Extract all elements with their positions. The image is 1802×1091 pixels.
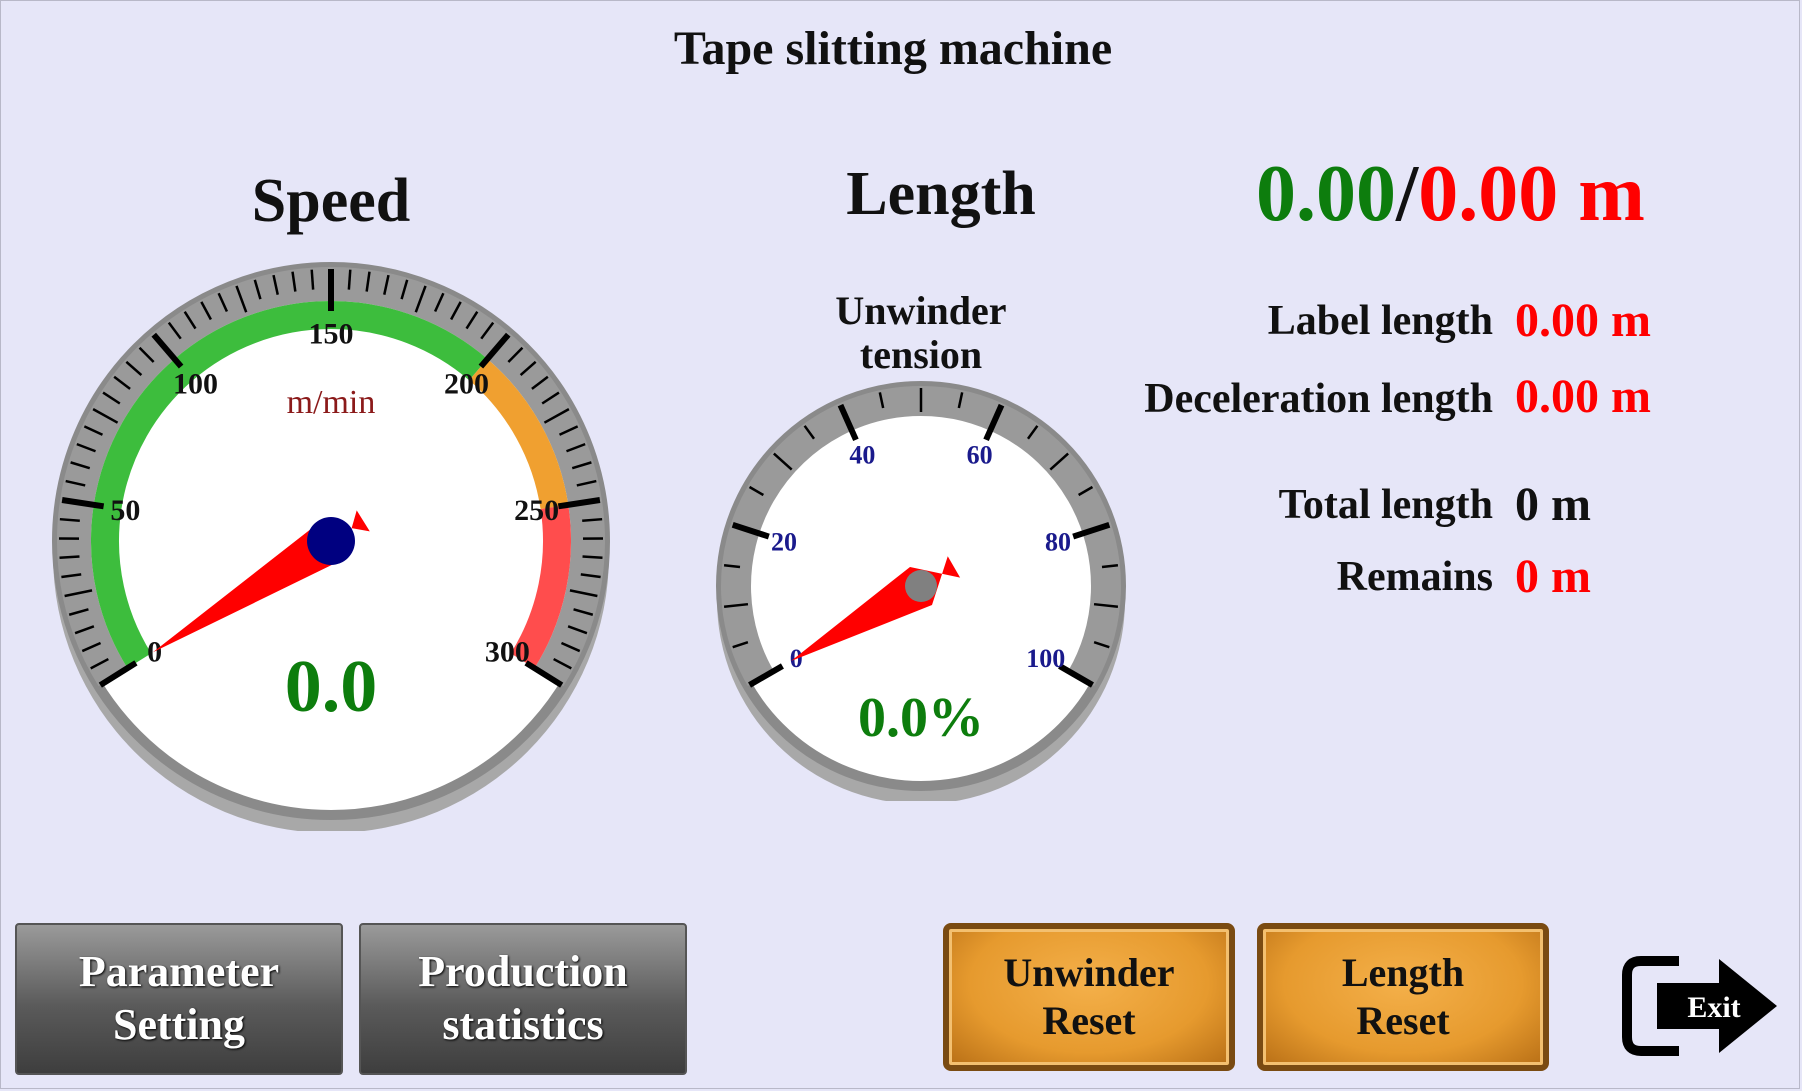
gauge-minor-tick [59, 517, 80, 523]
total-length-label: Total length [1278, 482, 1493, 528]
gauge-tick-label: 100 [173, 368, 218, 401]
unwinder-reset-line1: Unwinder [1003, 950, 1175, 995]
gauge-tick-label: 100 [1026, 644, 1065, 673]
gauge-tick-label: 250 [514, 494, 559, 527]
length-separator: / [1396, 150, 1419, 238]
length-reset-button[interactable]: Length Reset [1257, 923, 1549, 1071]
gauge-tick-label: 60 [967, 441, 993, 470]
gauge-tick-label: 20 [771, 528, 797, 557]
exit-icon: Exit [1622, 956, 1777, 1056]
tension-gauge: 0204060801000.0% [716, 381, 1126, 801]
length-title: Length [846, 160, 1036, 228]
label-length-label: Label length [1267, 298, 1493, 344]
parameter-setting-line2: Setting [113, 1000, 245, 1049]
gauge-tick-label: 150 [309, 318, 354, 351]
gauge-minor-tick [347, 269, 352, 290]
label-length-value: 0.00 m [1515, 294, 1651, 347]
gauge-tick-label: 200 [444, 368, 489, 401]
length-target-value: 0.00 m [1418, 150, 1645, 238]
production-statistics-button[interactable]: Production statistics [359, 923, 687, 1075]
speed-gauge: 0 50 100 150 200 250 300 m/min 0.0 [52, 262, 610, 831]
parameter-setting-button[interactable]: Parameter Setting [15, 923, 343, 1075]
deceleration-length-label: Deceleration length [1144, 376, 1493, 422]
deceleration-length-value: 0.00 m [1515, 370, 1651, 423]
tension-title-line1: Unwinder [835, 288, 1007, 333]
gauge-minor-tick [723, 564, 741, 569]
production-statistics-line1: Production [418, 947, 628, 997]
gauge-minor-tick [310, 269, 315, 290]
parameter-setting-line1: Parameter [78, 947, 280, 997]
exit-label: Exit [1687, 991, 1740, 1024]
remains-label: Remains [1336, 554, 1493, 600]
page-title: Tape slitting machine [673, 22, 1113, 75]
speed-gauge-title: Speed [251, 167, 411, 235]
length-reset-line1: Length [1341, 950, 1465, 995]
total-length-value: 0 m [1515, 478, 1591, 531]
gauge-unit-label: m/min [287, 384, 376, 421]
length-readout: 0.00/0.00 m [1256, 149, 1645, 240]
tension-gauge-title: Unwinder tension [781, 289, 1061, 377]
gauge-hub [307, 517, 355, 565]
gauge-minor-tick [59, 555, 80, 560]
gauge-tick-label: 50 [110, 494, 140, 527]
gauge-readout: 0.0 [285, 646, 378, 728]
gauge-minor-tick [582, 555, 603, 560]
remains-value: 0 m [1515, 550, 1591, 603]
hmi-screen: Tape slitting machine Speed 0 50 100 150 200… [0, 0, 1800, 1089]
gauge-minor-tick [582, 517, 603, 523]
gauge-tick-label: 300 [485, 636, 530, 669]
production-statistics-line2: statistics [442, 1000, 604, 1049]
gauge-tick-label: 80 [1045, 528, 1071, 557]
unwinder-reset-button[interactable]: Unwinder Reset [943, 923, 1235, 1071]
exit-button[interactable]: Exit [1619, 951, 1783, 1061]
gauge-minor-tick [1101, 564, 1119, 569]
gauge-tick-label: 40 [849, 441, 875, 470]
length-reset-line2: Reset [1356, 998, 1450, 1043]
length-current-value: 0.00 [1256, 150, 1396, 238]
gauge-tick-label: 0 [147, 636, 162, 669]
gauge-readout: 0.0% [858, 687, 984, 749]
unwinder-reset-line2: Reset [1042, 998, 1136, 1043]
gauge-hub [905, 570, 937, 602]
